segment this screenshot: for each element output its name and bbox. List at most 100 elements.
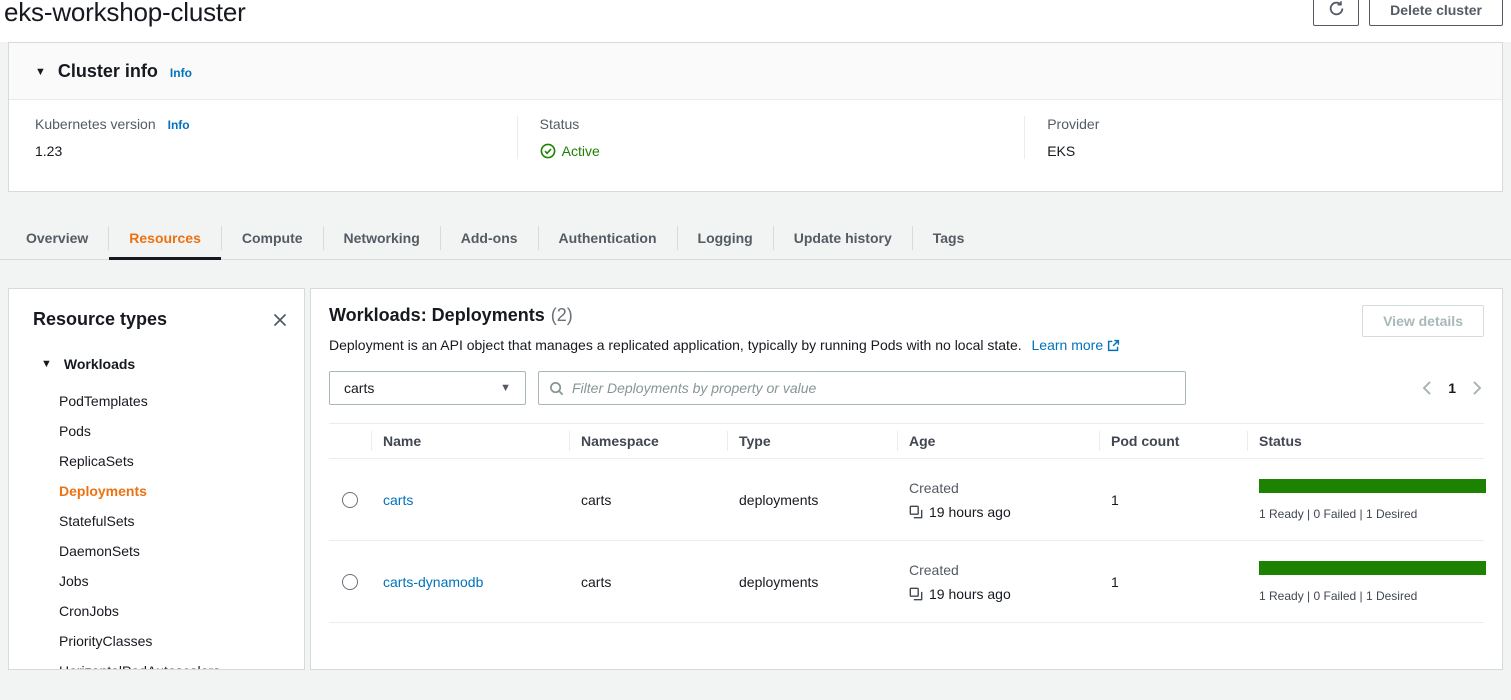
chevron-down-icon: ▼ (500, 382, 511, 394)
page-title: eks-workshop-cluster (4, 0, 246, 27)
filter-search-input[interactable] (572, 380, 1175, 396)
status-field: Status Active (517, 116, 1025, 159)
status-progress-bar (1259, 561, 1486, 575)
resource-types-title: Resource types (33, 309, 167, 330)
status-cell: 1 Ready | 0 Failed | 1 Desired (1247, 561, 1498, 603)
table-header-row: Name Namespace Type Age Pod count Status (329, 423, 1484, 459)
cluster-tabs: Overview Resources Compute Networking Ad… (0, 216, 1511, 260)
tab-add-ons[interactable]: Add-ons (441, 216, 538, 259)
tab-compute[interactable]: Compute (222, 216, 323, 259)
sidebar-item-pods[interactable]: Pods (59, 416, 304, 446)
column-header-pod-count: Pod count (1099, 424, 1247, 458)
kubernetes-version-value: 1.23 (35, 143, 497, 159)
workloads-group-label: Workloads (64, 356, 135, 372)
table-row: carts carts deployments Created 19 hours… (329, 459, 1484, 541)
status-label: Status (540, 116, 580, 132)
tab-update-history[interactable]: Update history (774, 216, 912, 259)
namespace-filter-select[interactable]: carts ▼ (329, 371, 526, 405)
column-header-name: Name (371, 424, 569, 458)
next-page-button[interactable] (1470, 380, 1484, 396)
close-icon[interactable] (272, 312, 288, 328)
search-icon (549, 381, 564, 396)
deployments-title: Workloads: Deployments (329, 305, 545, 325)
type-cell: deployments (727, 574, 897, 590)
provider-field: Provider EKS (1024, 116, 1502, 159)
age-value-text: 19 hours ago (929, 504, 1011, 520)
workloads-group-toggle[interactable]: ▼ Workloads (41, 356, 304, 372)
refresh-button[interactable] (1313, 0, 1359, 26)
namespace-cell: carts (569, 492, 727, 508)
status-cell: 1 Ready | 0 Failed | 1 Desired (1247, 479, 1498, 521)
external-link-icon (1107, 339, 1120, 355)
sidebar-item-statefulsets[interactable]: StatefulSets (59, 506, 304, 536)
delete-cluster-button[interactable]: Delete cluster (1369, 0, 1503, 26)
cluster-info-title: Cluster info (58, 61, 158, 82)
deployments-table: Name Namespace Type Age Pod count Status… (329, 423, 1484, 623)
selection-column-header (329, 424, 371, 458)
row-radio-button[interactable] (342, 492, 358, 508)
sidebar-item-cronjobs[interactable]: CronJobs (59, 596, 304, 626)
tab-logging[interactable]: Logging (678, 216, 773, 259)
deployments-panel: Workloads: Deployments (2) Deployment is … (310, 288, 1503, 670)
cluster-info-info-link[interactable]: Info (170, 66, 192, 80)
sidebar-item-podtemplates[interactable]: PodTemplates (59, 386, 304, 416)
caret-down-icon: ▼ (35, 66, 46, 78)
refresh-icon (1328, 0, 1345, 20)
cluster-info-header[interactable]: ▼ Cluster info Info (9, 43, 1502, 100)
provider-value: EKS (1047, 143, 1482, 159)
filter-search (538, 371, 1186, 405)
row-radio-button[interactable] (342, 574, 358, 590)
age-value-text: 19 hours ago (929, 586, 1011, 602)
age-created-label: Created (909, 480, 1087, 496)
kubernetes-version-field: Kubernetes version Info 1.23 (9, 116, 517, 159)
kubernetes-version-label: Kubernetes version (35, 116, 156, 132)
cluster-info-body: Kubernetes version Info 1.23 Status Acti… (9, 100, 1502, 191)
tab-resources[interactable]: Resources (109, 216, 221, 259)
sidebar-item-deployments[interactable]: Deployments (59, 476, 304, 506)
deployments-description: Deployment is an API object that manages… (329, 337, 1120, 355)
page-header: eks-workshop-cluster Delete cluster (0, 0, 1511, 42)
pod-count-cell: 1 (1099, 492, 1247, 508)
deployment-link[interactable]: carts (383, 492, 413, 508)
previous-page-button[interactable] (1420, 380, 1434, 396)
sidebar-item-replicasets[interactable]: ReplicaSets (59, 446, 304, 476)
sidebar-item-daemonsets[interactable]: DaemonSets (59, 536, 304, 566)
sidebar-item-priorityclasses[interactable]: PriorityClasses (59, 626, 304, 656)
resource-types-panel: Resource types ▼ Workloads PodTemplates … (8, 288, 305, 670)
column-header-namespace: Namespace (569, 424, 727, 458)
view-details-button[interactable]: View details (1362, 305, 1484, 337)
age-cell: Created 19 hours ago (897, 480, 1099, 520)
description-text: Deployment is an API object that manages… (329, 337, 1022, 353)
header-actions: Delete cluster (1313, 0, 1503, 26)
namespace-filter-value: carts (344, 380, 374, 396)
namespace-cell: carts (569, 574, 727, 590)
kubernetes-version-info-link[interactable]: Info (168, 118, 190, 132)
status-text: 1 Ready | 0 Failed | 1 Desired (1259, 507, 1486, 521)
cluster-info-card: ▼ Cluster info Info Kubernetes version I… (8, 42, 1503, 192)
column-header-type: Type (727, 424, 897, 458)
age-cell: Created 19 hours ago (897, 562, 1099, 602)
caret-down-icon: ▼ (41, 358, 52, 370)
copy-icon[interactable] (909, 505, 923, 519)
status-text: 1 Ready | 0 Failed | 1 Desired (1259, 589, 1486, 603)
deployment-link[interactable]: carts-dynamodb (383, 574, 483, 590)
copy-icon[interactable] (909, 587, 923, 601)
resource-type-list: PodTemplates Pods ReplicaSets Deployment… (59, 386, 304, 670)
sidebar-item-horizontalpodautoscalers[interactable]: HorizontalPodAutoscalers (59, 656, 304, 670)
learn-more-link[interactable]: Learn more (1032, 337, 1104, 353)
tab-authentication[interactable]: Authentication (539, 216, 677, 259)
type-cell: deployments (727, 492, 897, 508)
tab-overview[interactable]: Overview (6, 216, 108, 259)
sidebar-item-jobs[interactable]: Jobs (59, 566, 304, 596)
check-circle-icon (540, 143, 556, 159)
status-value: Active (562, 143, 600, 159)
tab-networking[interactable]: Networking (324, 216, 440, 259)
pod-count-cell: 1 (1099, 574, 1247, 590)
provider-label: Provider (1047, 116, 1099, 132)
table-row: carts-dynamodb carts deployments Created… (329, 541, 1484, 623)
tab-tags[interactable]: Tags (913, 216, 985, 259)
column-header-status: Status (1247, 424, 1484, 458)
current-page-number[interactable]: 1 (1448, 380, 1456, 396)
age-created-label: Created (909, 562, 1087, 578)
deployments-count: (2) (551, 305, 573, 325)
